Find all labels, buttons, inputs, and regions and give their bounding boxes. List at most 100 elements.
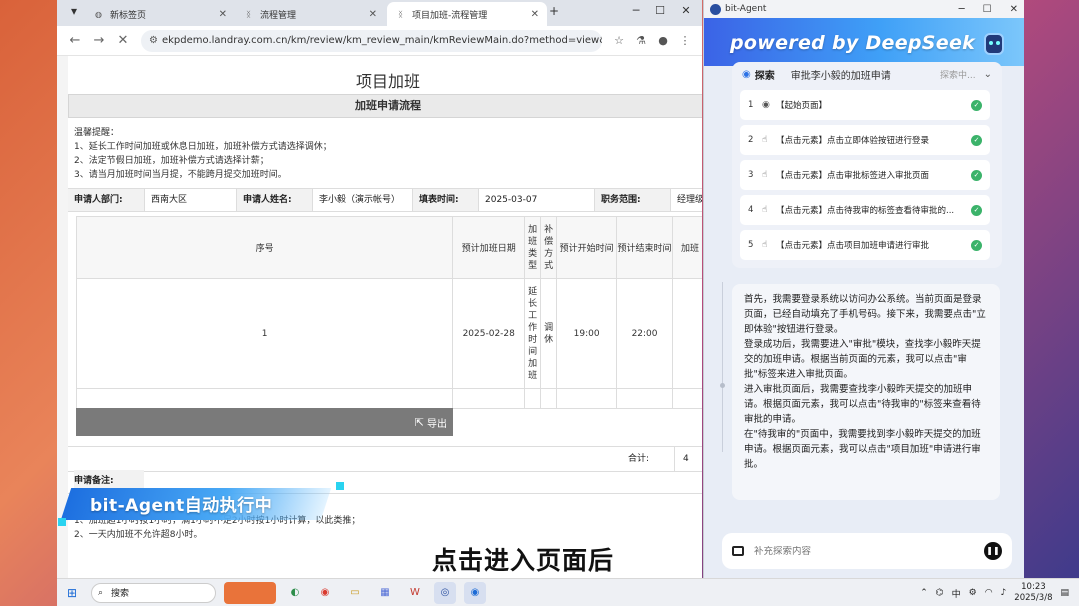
chrome-icon: ◉ [762,100,776,110]
agent-thought-bubble: 首先，我需要登录系统以访问办公系统。当前页面是登录页面，已经自动填充了手机号码。… [732,284,1000,500]
deepseek-banner: powered by DeepSeek [704,18,1024,66]
chrome-icon[interactable]: ◉ [314,582,336,604]
forward-icon[interactable]: → [87,33,111,48]
notification-icon[interactable]: ▤ [1060,588,1069,598]
maximize-icon[interactable]: ☐ [983,4,992,15]
browser-toolbar: ← → ✕ ⚙ ekpdemo.landray.com.cn/km/review… [57,26,702,56]
step-item[interactable]: 2 ☝ 【点击元素】点击立即体验按钮进行登录 ✓ [740,125,990,155]
new-tab-button[interactable]: + [545,4,563,18]
cell-comp: 调休 [541,279,557,389]
site-info-icon[interactable]: ⚙ [149,35,158,46]
step-item[interactable]: 1 ◉ 【起始页面】 ✓ [740,90,990,120]
search-icon: ⌕ [98,588,103,598]
app-icon: ᛝ [395,9,406,20]
col-end: 预计结束时间 [617,217,673,279]
scope-value: 经理级 [670,189,702,211]
date-label: 填表时间: [412,189,478,211]
image-upload-icon[interactable] [732,546,744,556]
robot-icon [984,33,1004,55]
chevron-down-icon[interactable]: ⌄ [984,69,992,80]
wps-icon[interactable]: W [404,582,426,604]
flow-header: 加班申请流程 [68,94,702,118]
export-button[interactable]: ⇱ 导出 [76,408,453,436]
people-widget-icon[interactable] [224,582,276,604]
tab-list-icon[interactable]: ▾ [65,4,83,18]
folder-icon[interactable]: ▭ [344,582,366,604]
stop-icon[interactable]: ✕ [111,33,135,48]
pointer-icon: ☝ [762,205,776,215]
agent-executing-banner: bit-Agent自动执行中 [58,482,348,524]
close-window-icon[interactable]: ✕ [675,4,697,17]
tab-new[interactable]: ◍ 新标签页 ✕ [85,2,235,26]
maximize-icon[interactable]: ☐ [649,4,671,17]
cell-type: 延长工作时间加班 [525,279,541,389]
step-item[interactable]: 4 ☝ 【点击元素】点击待我审的标签查看待审批的... ✓ [740,195,990,225]
app-icon[interactable]: ▦ [374,582,396,604]
bookmark-star-icon[interactable]: ☆ [608,34,630,47]
settings-icon[interactable]: ⚙ [969,588,977,598]
chevron-up-icon[interactable]: ⌃ [920,588,928,598]
thought-paragraph: 登录成功后，我需要进入"审批"模块，查找李小毅昨天提交的加班申请。根据当前页面的… [744,337,988,382]
timeline-line [722,282,723,452]
check-icon: ✓ [971,100,982,111]
check-icon: ✓ [971,205,982,216]
col-hours: 加班 [673,217,703,279]
tips-line: 2、法定节假日加班，加班补偿方式请选择计薪； [74,154,702,168]
tab-overtime-flow[interactable]: ᛝ 项目加班-流程管理 ✕ [387,2,547,26]
address-bar[interactable]: ⚙ ekpdemo.landray.com.cn/km/review/km_re… [141,30,602,52]
clock[interactable]: 10:23 2025/3/8 [1014,582,1052,604]
chat-input-box: ❚❚ [722,533,1012,569]
decor-square [336,482,344,490]
step-item[interactable]: 3 ☝ 【点击元素】点击审批标签进入审批页面 ✓ [740,160,990,190]
check-icon: ✓ [971,170,982,181]
minimize-icon[interactable]: ─ [959,4,965,15]
windows-start-icon[interactable]: ⊞ [61,586,83,600]
wifi-icon[interactable]: ◠ [985,588,993,598]
pointer-icon: ☝ [762,135,776,145]
chrome-active-icon[interactable]: ◉ [464,582,486,604]
system-tray: ⌃ ⌬ 中 ⚙ ◠ ♪ 10:23 2025/3/8 ▤ [920,579,1069,606]
pause-button[interactable]: ❚❚ [984,542,1002,560]
overtime-table: 序号 预计加班日期 加班类型 补偿方式 预计开始时间 预计结束时间 加班 1 2… [76,216,702,409]
ime-indicator[interactable]: 中 [952,587,961,600]
date-value: 2025-03-07 [478,189,594,211]
timeline-dot [720,383,725,388]
close-window-icon[interactable]: ✕ [1010,4,1018,15]
step-item[interactable]: 5 ☝ 【点击元素】点击项目加班申请进行审批 ✓ [740,230,990,260]
agent-window-title: bit-Agent [725,4,766,14]
col-date: 预计加班日期 [453,217,525,279]
volume-icon[interactable]: ♪ [1001,588,1007,598]
col-no: 序号 [77,217,453,279]
minimize-icon[interactable]: ─ [625,4,647,17]
explore-input[interactable] [754,546,984,557]
cell-hours [673,279,703,389]
notes-line: 2、一天内加班不允许超8小时。 [74,528,360,542]
total-value: 4 [674,447,702,471]
table-row[interactable]: 1 2025-02-28 延长工作时间加班 调休 19:00 22:00 [77,279,703,389]
cell-no: 1 [77,279,453,389]
export-icon: ⇱ [415,416,424,429]
dept-label: 申请人部门: [68,189,144,211]
name-label: 申请人姓名: [236,189,312,211]
close-icon[interactable]: ✕ [531,9,539,20]
back-icon[interactable]: ← [63,33,87,48]
tips-line: 温馨提醒： [74,126,702,140]
explore-header[interactable]: ◉ 探索 审批李小毅的加班申请 探索中... ⌄ [732,62,1002,86]
network-icon[interactable]: ⌬ [936,588,944,598]
tips-section: 温馨提醒： 1、延长工作时间加班或休息日加班，加班补偿方式请选择调休； 2、法定… [68,118,702,178]
thought-paragraph: 在"待我审的"页面中，我需要找到李小毅昨天提交的加班申请。根据页面元素，我可以点… [744,427,988,472]
tab-flow-management[interactable]: ᛝ 流程管理 ✕ [235,2,385,26]
menu-icon[interactable]: ⋮ [674,34,696,47]
bit-agent-icon[interactable]: ◎ [434,582,456,604]
col-type: 加班类型 [525,217,541,279]
edge-icon[interactable]: ◐ [284,582,306,604]
total-row: 合计: 4 [68,446,702,472]
lab-icon[interactable]: ⚗ [630,34,652,47]
profile-icon[interactable]: ● [652,34,674,47]
taskbar-search[interactable]: ⌕ 搜索 [91,583,216,603]
close-icon[interactable]: ✕ [369,9,377,20]
video-subtitle: 点击进入页面后 [420,540,626,582]
explore-status: 探索中... [940,68,976,81]
agent-titlebar: bit-Agent ─ ☐ ✕ [704,0,1024,18]
close-icon[interactable]: ✕ [219,9,227,20]
